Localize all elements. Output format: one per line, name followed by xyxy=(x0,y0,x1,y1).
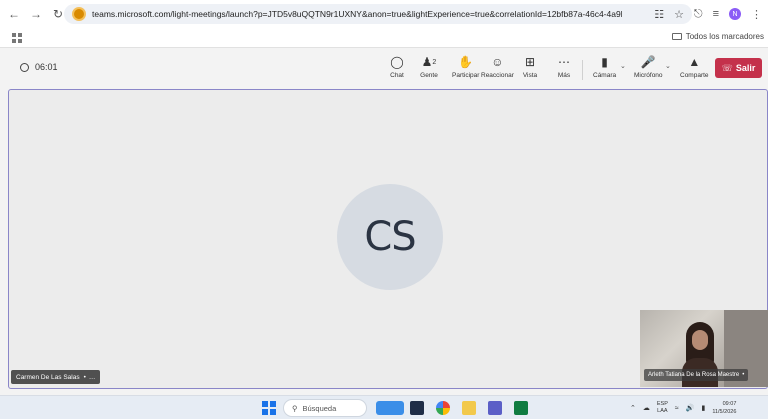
mic-muted-icon: • xyxy=(83,373,86,381)
mic-button[interactable]: 🎤 Micrófono xyxy=(634,53,663,79)
site-favicon-icon xyxy=(72,7,86,21)
bookmark-star-icon[interactable]: ☆ xyxy=(674,8,684,21)
teams-app-icon[interactable] xyxy=(488,401,502,415)
meeting-toolbar: 06:01 ◯ Chat ♟ 2 Gente ✋ Participar ☺ Rea… xyxy=(0,48,768,88)
widgets-app-icon[interactable] xyxy=(376,401,404,415)
forward-arrow-icon[interactable]: → xyxy=(28,6,44,22)
share-icon: ▲ xyxy=(688,55,701,69)
reading-list-icon[interactable]: ≡ xyxy=(713,8,719,20)
apps-grid-icon[interactable] xyxy=(12,33,22,43)
browser-toolbar: ← → ↻ teams.microsoft.com/light-meetings… xyxy=(0,0,768,28)
bookmarks-bar: Todos los marcadores xyxy=(0,28,768,48)
more-options-icon[interactable]: … xyxy=(89,374,96,381)
self-mic-icon: • xyxy=(742,372,745,378)
file-explorer-icon[interactable] xyxy=(462,401,476,415)
view-button[interactable]: ⊞ Vista xyxy=(521,53,539,79)
grid-view-icon: ⊞ xyxy=(524,55,536,69)
volume-icon[interactable]: 🔊 xyxy=(686,404,695,412)
leave-button[interactable]: ☏ Salir xyxy=(715,58,762,78)
menu-icon[interactable]: ⋮ xyxy=(751,8,762,21)
raise-hand-button[interactable]: ✋ Participar xyxy=(452,53,479,79)
battery-icon[interactable]: ▮ xyxy=(701,404,705,412)
profile-avatar[interactable]: N xyxy=(729,8,741,20)
task-view-icon[interactable] xyxy=(410,401,424,415)
chat-button[interactable]: ◯ Chat xyxy=(388,53,406,79)
shield-icon xyxy=(20,62,29,72)
smiley-icon: ☺ xyxy=(491,55,504,69)
elapsed-time: 06:01 xyxy=(35,62,58,72)
chevron-up-icon[interactable]: ⌃ xyxy=(630,404,636,412)
back-arrow-icon[interactable]: ← xyxy=(6,6,22,22)
camera-button[interactable]: ▮ Cámara xyxy=(593,53,616,79)
microphone-icon: 🎤 xyxy=(640,55,656,69)
taskbar-search[interactable]: ⚲ Búsqueda xyxy=(283,399,367,417)
participant-avatar: CS xyxy=(337,184,443,290)
windows-start-icon[interactable] xyxy=(262,401,276,415)
participant-name-tag: Carmen De Las Salas • … xyxy=(11,370,101,384)
onedrive-icon[interactable]: ☁ xyxy=(643,404,650,412)
phone-hangup-icon: ☏ xyxy=(721,62,733,73)
mic-options-chevron-icon[interactable]: ⌄ xyxy=(665,62,671,70)
extensions-icon[interactable]: ⎋ xyxy=(694,8,703,21)
clock[interactable]: 09:07 11/5/2026 xyxy=(712,400,736,416)
people-icon: ♟ 2 xyxy=(421,55,437,69)
ellipsis-icon: ⋯ xyxy=(558,55,570,69)
toolbar-divider xyxy=(582,60,583,80)
taskbar-search-label: Búsqueda xyxy=(302,403,337,413)
language-indicator[interactable]: ESP LAA xyxy=(657,401,668,415)
all-bookmarks-label: Todos los marcadores xyxy=(685,32,764,41)
hand-icon: ✋ xyxy=(458,55,474,69)
self-name-tag: Arleth Tatiana De la Rosa Maestre • xyxy=(644,369,749,381)
translate-icon[interactable]: ☷ xyxy=(654,8,664,21)
meeting-timer: 06:01 xyxy=(20,62,58,72)
url-text[interactable]: teams.microsoft.com/light-meetings/launc… xyxy=(92,9,622,19)
address-bar[interactable]: teams.microsoft.com/light-meetings/launc… xyxy=(64,4,692,24)
react-button[interactable]: ☺ Reaccionar xyxy=(481,53,514,79)
folder-icon xyxy=(671,33,682,40)
all-bookmarks-folder[interactable]: Todos los marcadores xyxy=(671,32,764,41)
chrome-app-icon[interactable] xyxy=(436,401,450,415)
camera-options-chevron-icon[interactable]: ⌄ xyxy=(620,62,626,70)
people-button[interactable]: ♟ 2 Gente xyxy=(420,53,438,79)
more-button[interactable]: ⋯ Más xyxy=(555,53,573,79)
search-icon: ⚲ xyxy=(292,403,298,413)
taskbar: ⚲ Búsqueda ⌃ ☁ ESP LAA ≈ 🔊 ▮ 09:07 11/5/… xyxy=(0,395,768,419)
excel-app-icon[interactable] xyxy=(514,401,528,415)
wifi-icon[interactable]: ≈ xyxy=(675,405,679,412)
camera-icon: ▮ xyxy=(601,55,608,69)
share-button[interactable]: ▲ Comparte xyxy=(680,53,709,79)
chat-bubble-icon: ◯ xyxy=(390,55,404,69)
system-tray: ⌃ ☁ ESP LAA ≈ 🔊 ▮ 09:07 11/5/2026 xyxy=(630,399,736,417)
